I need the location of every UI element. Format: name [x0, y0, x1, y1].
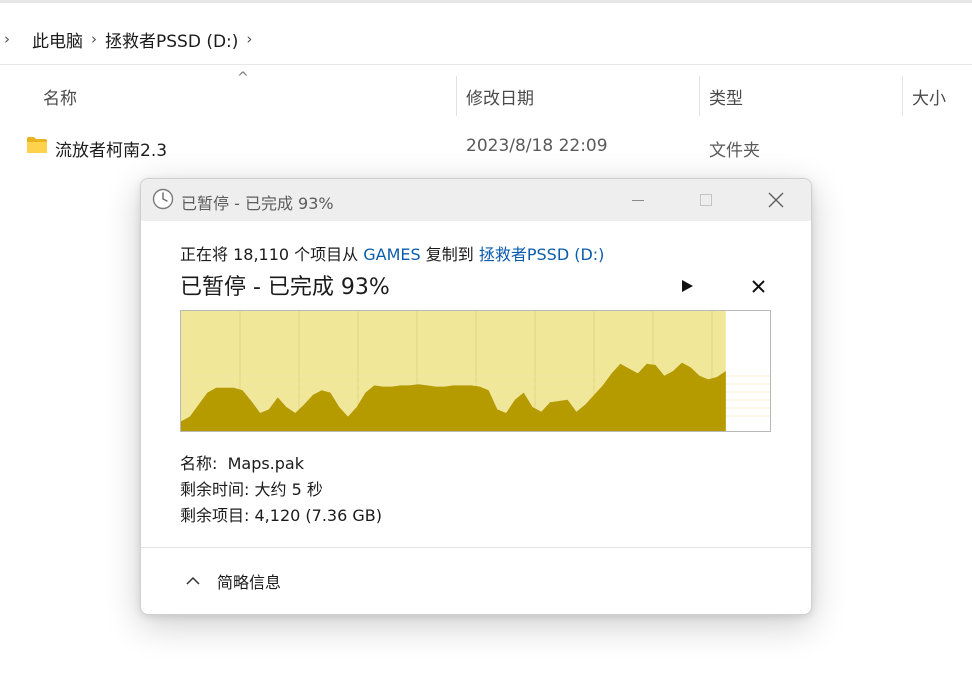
detail-label: 剩余项目: — [180, 506, 250, 525]
column-divider[interactable] — [902, 76, 903, 116]
column-header-size[interactable]: 大小 — [912, 84, 946, 109]
file-name[interactable]: 流放者柯南2.3 — [55, 136, 167, 161]
copy-progress-dialog: 已暂停 - 已完成 93% 正在将 18,110 个项目从 GAMES 复制到 … — [140, 178, 812, 615]
detail-label: 剩余时间: — [180, 480, 250, 499]
chevron-right-icon[interactable]: › — [83, 30, 105, 48]
column-header-date[interactable]: 修改日期 — [466, 84, 534, 109]
breadcrumb-item-drive[interactable]: 拯救者PSSD (D:) — [105, 27, 238, 52]
minimize-icon — [632, 200, 644, 201]
copy-description-prefix: 正在将 18,110 个项目从 — [180, 245, 364, 264]
clock-icon — [152, 188, 174, 210]
column-header-type[interactable]: 类型 — [709, 84, 743, 109]
detail-value: 大约 5 秒 — [254, 480, 323, 499]
breadcrumb-item-this-pc[interactable]: 此电脑 — [32, 27, 83, 52]
breadcrumb: › 此电脑 › 拯救者PSSD (D:) › — [0, 24, 260, 54]
detail-file-name: 名称: Maps.pak — [180, 451, 382, 477]
window-top-edge — [0, 0, 972, 3]
file-type: 文件夹 — [709, 141, 760, 161]
divider — [141, 547, 811, 548]
chevron-right-icon[interactable]: › — [0, 30, 14, 48]
detail-time-remaining: 剩余时间: 大约 5 秒 — [180, 477, 382, 503]
sort-ascending-icon: ^ — [237, 70, 249, 86]
copy-description-middle: 复制到 — [420, 245, 479, 264]
source-folder-link[interactable]: GAMES — [363, 245, 420, 264]
resume-button[interactable] — [676, 275, 698, 297]
less-details-button[interactable]: 简略信息 — [181, 567, 281, 595]
less-details-label: 简略信息 — [217, 573, 282, 592]
chevron-right-icon[interactable]: › — [238, 30, 260, 48]
detail-label: 名称: — [180, 454, 218, 473]
file-date: 2023/8/18 22:09 — [466, 136, 608, 156]
close-button[interactable] — [741, 179, 811, 221]
copy-description: 正在将 18,110 个项目从 GAMES 复制到 拯救者PSSD (D:) — [180, 241, 604, 265]
destination-drive-link[interactable]: 拯救者PSSD (D:) — [479, 245, 605, 264]
file-row[interactable]: 流放者柯南2.3 2023/8/18 22:09 文件夹 — [0, 128, 972, 164]
minimize-button[interactable] — [603, 179, 673, 221]
transfer-speed-graph — [180, 310, 771, 432]
folder-icon — [27, 137, 47, 153]
column-divider[interactable] — [456, 76, 457, 116]
detail-value: Maps.pak — [227, 454, 304, 473]
dialog-titlebar[interactable]: 已暂停 - 已完成 93% — [141, 179, 811, 221]
progress-status: 已暂停 - 已完成 93% — [180, 275, 390, 300]
column-header-name[interactable]: 名称 — [43, 84, 77, 109]
detail-items-remaining: 剩余项目: 4,120 (7.36 GB) — [180, 503, 382, 529]
column-divider[interactable] — [699, 76, 700, 116]
close-icon — [768, 192, 784, 208]
cancel-icon — [751, 279, 765, 293]
chevron-up-icon — [186, 576, 200, 585]
cancel-button[interactable] — [747, 275, 769, 297]
divider — [0, 64, 972, 65]
detail-value: 4,120 (7.36 GB) — [254, 506, 382, 525]
copy-details: 名称: Maps.pak 剩余时间: 大约 5 秒 剩余项目: 4,120 (7… — [180, 451, 382, 529]
play-icon — [682, 280, 693, 292]
maximize-button[interactable] — [671, 179, 741, 221]
maximize-icon — [700, 194, 712, 206]
dialog-title: 已暂停 - 已完成 93% — [181, 194, 334, 213]
